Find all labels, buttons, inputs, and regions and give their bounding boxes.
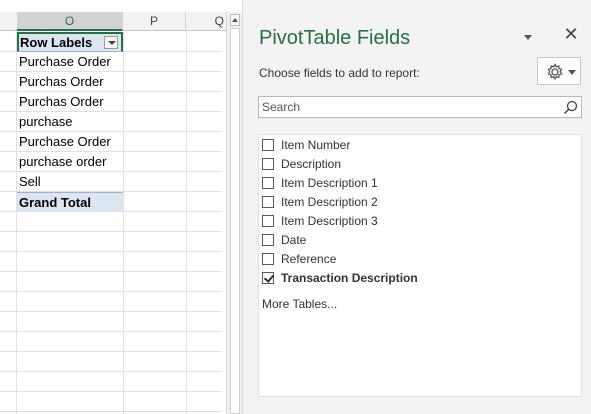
pivot-row-labels-header[interactable]: Row Labels	[17, 32, 123, 52]
gridline	[0, 311, 222, 312]
pivot-row-item[interactable]: Purchase Order	[17, 52, 123, 72]
pivot-row-item[interactable]: Purchas Order	[17, 92, 123, 112]
field-label: Item Description 2	[281, 194, 378, 209]
field-item-item-number[interactable]: Item Number	[262, 135, 350, 154]
close-icon[interactable]: ✕	[563, 25, 579, 43]
search-icon[interactable]	[563, 100, 578, 115]
field-checkbox[interactable]	[262, 252, 274, 265]
vertical-scrollbar[interactable]	[226, 12, 242, 414]
pivot-row-item[interactable]: purchase order	[17, 152, 123, 172]
field-checkbox[interactable]	[262, 195, 274, 208]
choose-fields-label: Choose fields to add to report:	[259, 66, 420, 80]
field-item-date[interactable]: Date	[262, 230, 306, 249]
gear-icon	[547, 63, 563, 81]
field-list: Item Number Description Item Description…	[258, 134, 582, 397]
gridline	[186, 31, 187, 414]
field-label: Description	[281, 156, 342, 171]
field-label: Reference	[281, 251, 337, 266]
field-label: Item Description 1	[281, 175, 378, 190]
gridline	[0, 231, 222, 232]
pivot-row-item[interactable]: purchase	[17, 112, 123, 132]
field-label: Transaction Description	[281, 270, 418, 285]
gridline	[0, 391, 222, 392]
gridline	[0, 411, 222, 412]
field-checkbox[interactable]	[262, 214, 274, 227]
chevron-down-icon	[568, 70, 576, 75]
search-input[interactable]	[259, 97, 555, 117]
pane-options-chevron-down-icon[interactable]	[523, 33, 535, 43]
spreadsheet-grid[interactable]: O P Q Row Labels Purchase Order Purchas …	[0, 0, 226, 414]
gridline	[0, 251, 222, 252]
pivot-grand-total[interactable]: Grand Total	[17, 192, 123, 212]
scrollbar-thumb[interactable]	[230, 28, 240, 414]
gridline	[123, 31, 124, 414]
gridline	[0, 351, 222, 352]
pane-title: PivotTable Fields	[259, 27, 411, 49]
more-tables-link[interactable]: More Tables...	[262, 297, 337, 311]
column-header-q[interactable]: Q	[186, 12, 226, 31]
column-header-row: O P Q	[0, 12, 226, 31]
field-label: Item Description 3	[281, 213, 378, 228]
field-item-item-description-3[interactable]: Item Description 3	[262, 211, 378, 230]
field-checkbox[interactable]	[262, 138, 274, 151]
gridline	[0, 271, 222, 272]
pivot-row-item[interactable]: Purchas Order	[17, 72, 123, 92]
row-labels-text: Row Labels	[20, 35, 93, 50]
pivot-row-item[interactable]: Sell	[17, 172, 123, 192]
field-item-item-description-1[interactable]: Item Description 1	[262, 173, 378, 192]
field-checkbox-checked[interactable]	[262, 271, 274, 284]
field-item-description[interactable]: Description	[262, 154, 341, 173]
pivottable-fields-pane: PivotTable Fields ✕ Choose fields to add…	[242, 0, 591, 414]
gridline	[0, 371, 222, 372]
field-checkbox[interactable]	[262, 233, 274, 246]
column-header-p[interactable]: P	[123, 12, 186, 31]
column-header-o[interactable]: O	[17, 12, 123, 31]
pivot-row-item[interactable]: Purchase Order	[17, 132, 123, 152]
field-label: Item Number	[281, 137, 351, 152]
field-search-box[interactable]	[258, 96, 582, 118]
field-item-item-description-2[interactable]: Item Description 2	[262, 192, 378, 211]
gridline	[0, 331, 222, 332]
filter-dropdown-button[interactable]	[104, 36, 118, 49]
gridline	[0, 291, 222, 292]
field-label: Date	[281, 232, 307, 247]
tools-gear-button[interactable]	[537, 57, 581, 85]
field-checkbox[interactable]	[262, 157, 274, 170]
field-checkbox[interactable]	[262, 176, 274, 189]
field-item-reference[interactable]: Reference	[262, 249, 336, 268]
field-item-transaction-description[interactable]: Transaction Description	[262, 268, 418, 287]
scroll-up-arrow-icon[interactable]	[230, 14, 240, 26]
